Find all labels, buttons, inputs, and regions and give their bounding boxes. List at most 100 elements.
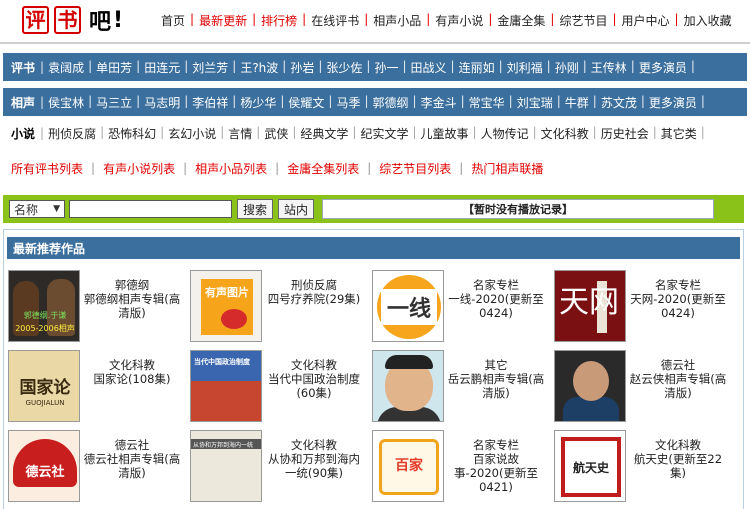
card-title[interactable]: 天网-2020(更新至0424) <box>628 292 728 320</box>
pingshu-bar-title[interactable]: 评书 <box>3 59 40 76</box>
list-link[interactable]: 相声小品列表 <box>187 160 275 177</box>
xiangsheng-artist-link[interactable]: 马三立 <box>92 94 136 111</box>
list-link[interactable]: 所有评书列表 <box>3 160 91 177</box>
cover-image[interactable]: 百家 <box>372 430 444 502</box>
pingshu-artist-link[interactable]: 田战义 <box>407 59 451 76</box>
xiangsheng-artist-link[interactable]: 马志明 <box>140 94 184 111</box>
list-link[interactable]: 综艺节目列表 <box>371 160 459 177</box>
xiangsheng-artist-link[interactable]: 侯耀文 <box>284 94 328 111</box>
card-category[interactable]: 名家专栏 <box>628 278 728 292</box>
card-category[interactable]: 文化科教 <box>82 358 182 372</box>
card-category[interactable]: 其它 <box>446 358 546 372</box>
card-title[interactable]: 郭德纲相声专辑(高清版) <box>82 292 182 320</box>
card-title[interactable]: 德云社相声专辑(高清版) <box>82 452 182 480</box>
search-input[interactable] <box>69 200 232 218</box>
list-link[interactable]: 热门相声联播 <box>463 160 551 177</box>
xiaoshuo-category-link[interactable]: 历史社会 <box>597 125 653 142</box>
card-title[interactable]: 百家说故事-2020(更新至0421) <box>446 452 546 494</box>
cover-image[interactable]: 有声图片 <box>190 270 262 342</box>
site-logo[interactable]: 评 书 吧 ! <box>22 3 123 37</box>
xiangsheng-artist-link[interactable]: 郭德纲 <box>369 94 413 111</box>
xiangsheng-artist-link[interactable]: 刘宝瑞 <box>513 94 557 111</box>
cover-image[interactable]: 当代中国政治制度 <box>190 350 262 422</box>
nav-item[interactable]: 金庸全集 <box>494 12 548 29</box>
list-link[interactable]: 金庸全集列表 <box>279 160 367 177</box>
pingshu-artist-link[interactable]: 王?h波 <box>236 59 282 76</box>
nav-item[interactable]: 首页 <box>158 12 188 29</box>
search-type-select[interactable]: 名称 ▼ <box>9 200 65 218</box>
cover-image[interactable]: 郭德纲.于谦 2005-2006相声 <box>8 270 80 342</box>
pingshu-artist-link[interactable]: 孙刚 <box>551 59 583 76</box>
card-title[interactable]: 国家论(108集) <box>82 372 182 386</box>
card-title[interactable]: 赵云侠相声专辑(高清版) <box>628 372 728 400</box>
cover-image[interactable] <box>554 350 626 422</box>
card-category[interactable]: 德云社 <box>628 358 728 372</box>
xiangsheng-bar-title[interactable]: 相声 <box>3 94 40 111</box>
cover-image[interactable]: 航天史 <box>554 430 626 502</box>
xiangsheng-artist-link[interactable]: 侯宝林 <box>44 94 88 111</box>
cover-image[interactable] <box>372 350 444 422</box>
recommend-card[interactable]: 航天史 文化科教 航天史(更新至22集) <box>554 430 729 506</box>
card-category[interactable]: 名家专栏 <box>446 438 546 452</box>
recommend-card[interactable]: 德云社 德云社 德云社相声专辑(高清版) <box>8 430 183 506</box>
card-category[interactable]: 德云社 <box>82 438 182 452</box>
xiangsheng-artist-link[interactable]: 更多演员 <box>645 94 701 111</box>
cover-image[interactable]: 天网 <box>554 270 626 342</box>
xiaoshuo-category-link[interactable]: 纪实文学 <box>356 125 412 142</box>
recommend-card[interactable]: 一线 名家专栏 一线-2020(更新至0424) <box>372 270 547 346</box>
xiaoshuo-category-link[interactable]: 玄幻小说 <box>164 125 220 142</box>
recommend-card[interactable]: 天网 名家专栏 天网-2020(更新至0424) <box>554 270 729 346</box>
pingshu-artist-link[interactable]: 张少佐 <box>322 59 366 76</box>
xiaoshuo-category-link[interactable]: 武侠 <box>260 125 292 142</box>
xiangsheng-artist-link[interactable]: 杨少华 <box>236 94 280 111</box>
search-button[interactable]: 搜索 <box>237 199 274 219</box>
recommend-card[interactable]: 郭德纲.于谦 2005-2006相声 郭德纲 郭德纲相声专辑(高清版) <box>8 270 183 346</box>
nav-item[interactable]: 排行榜 <box>258 12 300 29</box>
card-category[interactable]: 名家专栏 <box>446 278 546 292</box>
cover-image[interactable]: 德云社 <box>8 430 80 502</box>
xiangsheng-artist-link[interactable]: 李伯祥 <box>188 94 232 111</box>
recommend-card[interactable]: 从协和万邦到海内一统 文化科教 从协和万邦到海内一统(90集) <box>190 430 365 506</box>
pingshu-artist-link[interactable]: 王传林 <box>587 59 631 76</box>
cover-image[interactable]: 一线 <box>372 270 444 342</box>
recommend-card[interactable]: 有声图片 刑侦反腐 四号疗养院(29集) <box>190 270 365 346</box>
nav-item[interactable]: 综艺节目 <box>556 12 610 29</box>
pingshu-artist-link[interactable]: 袁阔成 <box>44 59 88 76</box>
xiaoshuo-category-link[interactable]: 刑侦反腐 <box>44 125 100 142</box>
card-title[interactable]: 从协和万邦到海内一统(90集) <box>264 452 364 480</box>
xiaoshuo-category-link[interactable]: 言情 <box>224 125 256 142</box>
card-title[interactable]: 四号疗养院(29集) <box>264 292 364 306</box>
xiangsheng-artist-link[interactable]: 常宝华 <box>465 94 509 111</box>
nav-item[interactable]: 相声小品 <box>370 12 424 29</box>
recommend-card[interactable]: 百家 名家专栏 百家说故事-2020(更新至0421) <box>372 430 547 506</box>
pingshu-artist-link[interactable]: 连丽如 <box>455 59 499 76</box>
nav-item[interactable]: 最新更新 <box>196 12 250 29</box>
card-category[interactable]: 文化科教 <box>264 358 364 372</box>
pingshu-artist-link[interactable]: 孙一 <box>370 59 402 76</box>
xiaoshuo-category-link[interactable]: 儿童故事 <box>417 125 473 142</box>
card-title[interactable]: 当代中国政治制度(60集) <box>264 372 364 400</box>
pingshu-artist-link[interactable]: 更多演员 <box>635 59 691 76</box>
pingshu-artist-link[interactable]: 单田芳 <box>92 59 136 76</box>
xiaoshuo-category-link[interactable]: 文化科教 <box>537 125 593 142</box>
xiaoshuo-category-link[interactable]: 其它类 <box>657 125 701 142</box>
site-search-button[interactable]: 站内 <box>278 199 315 219</box>
xiaoshuo-category-link[interactable]: 经典文学 <box>296 125 352 142</box>
cover-image[interactable]: 从协和万邦到海内一统 <box>190 430 262 502</box>
xiangsheng-artist-link[interactable]: 李金斗 <box>417 94 461 111</box>
nav-item[interactable]: 有声小说 <box>432 12 486 29</box>
recommend-card[interactable]: 当代中国政治制度 文化科教 当代中国政治制度(60集) <box>190 350 365 426</box>
card-category[interactable]: 郭德纲 <box>82 278 182 292</box>
xiaoshuo-bar-title[interactable]: 小说 <box>3 125 40 142</box>
xiangsheng-artist-link[interactable]: 牛群 <box>561 94 593 111</box>
pingshu-artist-link[interactable]: 刘利福 <box>503 59 547 76</box>
card-category[interactable]: 文化科教 <box>628 438 728 452</box>
nav-item[interactable]: 在线评书 <box>308 12 362 29</box>
nav-item[interactable]: 用户中心 <box>619 12 673 29</box>
card-title[interactable]: 航天史(更新至22集) <box>628 452 728 480</box>
xiangsheng-artist-link[interactable]: 马季 <box>332 94 364 111</box>
card-title[interactable]: 一线-2020(更新至0424) <box>446 292 546 320</box>
card-title[interactable]: 岳云鹏相声专辑(高清版) <box>446 372 546 400</box>
recommend-card[interactable]: 德云社 赵云侠相声专辑(高清版) <box>554 350 729 426</box>
xiaoshuo-category-link[interactable]: 恐怖科幻 <box>104 125 160 142</box>
